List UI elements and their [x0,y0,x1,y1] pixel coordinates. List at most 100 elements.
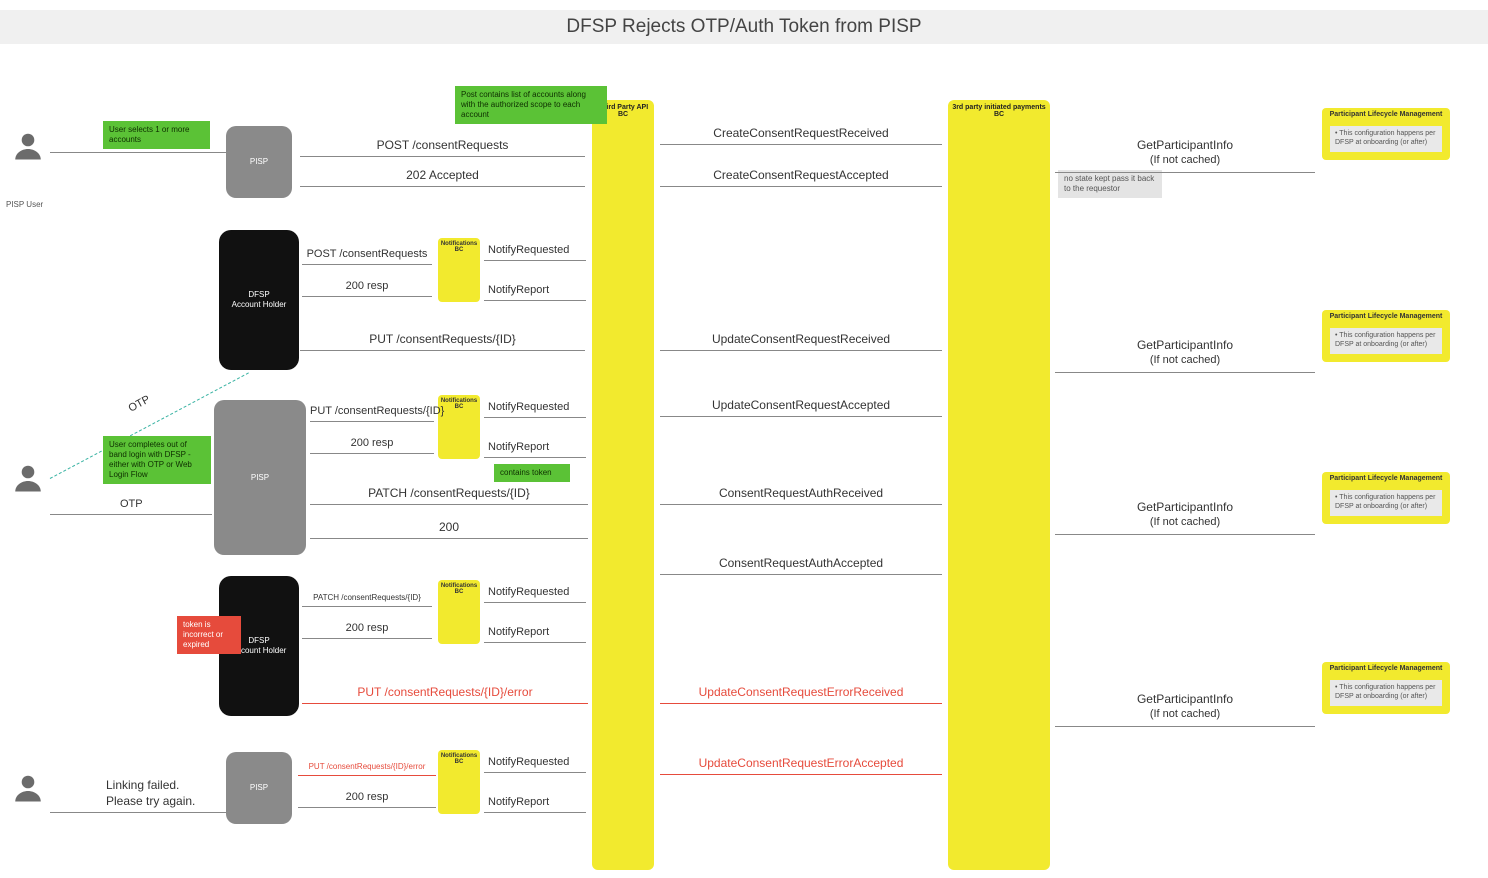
lifecycle-box: Participant Lifecycle Management This co… [1322,310,1450,362]
arrow [660,774,942,775]
arrow [660,574,942,575]
msg-patch: PATCH /consentRequests/{ID} [310,486,588,500]
actor-label: PISP [251,473,269,483]
link-fail-1: Linking failed. [106,778,179,792]
arrow [484,772,586,773]
msg-notify-rep: NotifyReport [488,441,549,453]
arrow [50,812,226,813]
ev: CreateConsentRequestReceived [660,126,942,140]
arrow [50,514,212,515]
lifecycle-box: Participant Lifecycle Management This co… [1322,662,1450,714]
lifecycle-item: This configuration happens per DFSP at o… [1330,328,1442,354]
note-contains-token: contains token [494,464,570,482]
arrow [484,602,586,603]
msg-notify-req: NotifyRequested [488,244,569,256]
ev: UpdateConsentRequestAccepted [660,398,942,412]
lifecycle-box: Participant Lifecycle Management This co… [1322,108,1450,160]
msg-put-err: PUT /consentRequests/{ID}/error [302,685,588,699]
ev: CreateConsentRequestAccepted [660,168,942,182]
ev: ConsentRequestAuthAccepted [660,556,942,570]
arrow [484,260,586,261]
ev: UpdateConsentRequestReceived [660,332,942,346]
msg-200: 200 resp [310,437,434,449]
arrow [660,416,942,417]
link-fail-2: Please try again. [106,794,195,808]
msg-put-err-short: PUT /consentRequests/{ID}/error [298,762,436,771]
msg-gpi-sub: (If not cached) [1060,154,1310,166]
msg-notify-rep: NotifyReport [488,284,549,296]
note-post-accounts: Post contains list of accounts along wit… [455,86,607,124]
msg-notify-req: NotifyRequested [488,401,569,413]
lifecycle-hdr: Participant Lifecycle Management [1322,313,1450,320]
lifeline-third-party-api-bc: Third Party API BC [592,100,654,870]
lifecycle-item: This configuration happens per DFSP at o… [1330,680,1442,706]
note-select-accounts: User selects 1 or more accounts [103,121,210,149]
msg-gpi: GetParticipantInfo [1060,692,1310,706]
arrow [310,453,434,454]
arrow [660,703,942,704]
arrow [660,350,942,351]
msg-200: 200 resp [298,791,436,803]
ev-err: UpdateConsentRequestErrorReceived [660,685,942,699]
lifecycle-hdr: Participant Lifecycle Management [1322,475,1450,482]
actor-label: DFSP Account Holder [232,290,287,310]
msg-put-cr: PUT /consentRequests/{ID} [310,405,434,417]
lifeline-tpip-bc: 3rd party initiated payments BC [948,100,1050,870]
arrow [302,296,432,297]
actor-label: PISP [250,157,268,167]
ev: ConsentRequestAuthReceived [660,486,942,500]
msg-gpi-sub: (If not cached) [1060,516,1310,528]
notifications-bc: Notifications BC [438,750,480,814]
arrow [310,504,588,505]
lifeline-header: 3rd party initiated payments BC [948,104,1050,118]
msg-post-cr: POST /consentRequests [302,248,432,260]
lifecycle-item: This configuration happens per DFSP at o… [1330,126,1442,152]
msg-notify-rep: NotifyReport [488,796,549,808]
msg-200p: 200 [310,520,588,534]
lifecycle-hdr: Participant Lifecycle Management [1322,665,1450,672]
msg-notify-rep: NotifyReport [488,626,549,638]
arrow [300,350,585,351]
arrow [484,642,586,643]
arrow [484,812,586,813]
arrow [300,186,585,187]
actor-pisp: PISP [226,126,292,198]
arrow [302,638,432,639]
msg-gpi-sub: (If not cached) [1060,354,1310,366]
arrow [1055,372,1315,373]
user-icon [10,460,46,496]
note-oob: User completes out of band login with DF… [103,436,211,484]
arrow [660,504,942,505]
arrow [310,538,588,539]
msg-gpi: GetParticipantInfo [1060,138,1310,152]
msg-200: 200 resp [302,622,432,634]
arrow [298,807,436,808]
msg-put-cr: PUT /consentRequests/{ID} [300,332,585,346]
notifications-bc: Notifications BC [438,238,480,302]
msg-notify-req: NotifyRequested [488,756,569,768]
page-title: DFSP Rejects OTP/Auth Token from PISP [0,10,1488,44]
arrow [484,417,586,418]
diagram-canvas: DFSP Rejects OTP/Auth Token from PISP Th… [0,0,1488,878]
arrow [302,264,432,265]
arrow [484,300,586,301]
lifecycle-box: Participant Lifecycle Management This co… [1322,472,1450,524]
actor-dfsp: DFSP Account Holder [219,230,299,370]
msg-200: 200 resp [302,280,432,292]
notifications-bc: Notifications BC [438,395,480,459]
actor-label: PISP [250,783,268,793]
actor-pisp: PISP [214,400,306,555]
msg-gpi: GetParticipantInfo [1060,500,1310,514]
user-icon [10,770,46,806]
otp-label: OTP [120,498,143,510]
actor-pisp: PISP [226,752,292,824]
arrow [298,775,436,776]
lifecycle-item: This configuration happens per DFSP at o… [1330,490,1442,516]
msg-notify-req: NotifyRequested [488,586,569,598]
arrow [1055,726,1315,727]
lifecycle-hdr: Participant Lifecycle Management [1322,111,1450,118]
arrow [484,457,586,458]
arrow [300,156,585,157]
arrow [660,144,942,145]
msg-gpi-sub: (If not cached) [1060,708,1310,720]
